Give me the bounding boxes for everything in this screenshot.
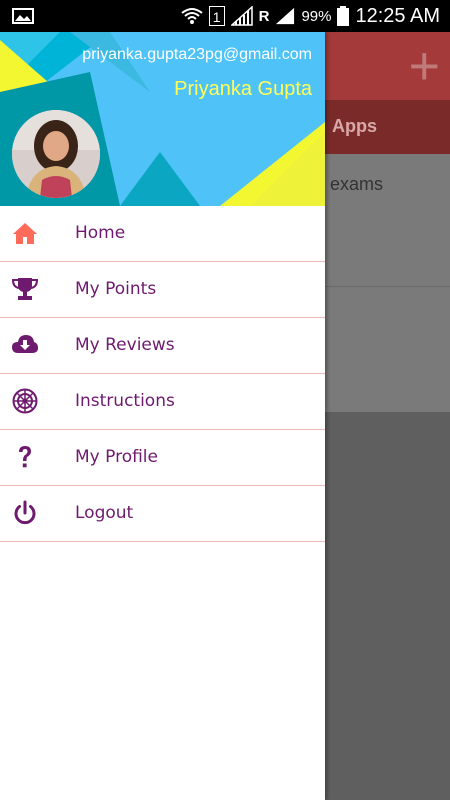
menu-item-label: Instructions (75, 391, 175, 411)
menu-item-label: Logout (75, 503, 134, 523)
menu-item-label: My Reviews (75, 335, 175, 355)
roaming-indicator: R (258, 7, 270, 25)
power-icon (14, 500, 36, 525)
menu-item-my-reviews[interactable]: My Reviews (0, 318, 325, 374)
clock: 12:25 AM (355, 4, 440, 27)
add-icon[interactable]: + (408, 39, 440, 93)
gallery-icon (12, 8, 34, 24)
avatar[interactable] (12, 110, 100, 198)
trophy-icon (12, 278, 38, 300)
background-card-text: exams (330, 174, 384, 194)
battery-icon (337, 6, 350, 26)
cloud-download-icon (12, 335, 38, 353)
menu-item-instructions[interactable]: Instructions (0, 374, 325, 430)
account-email: priyanka.gupta23pg@gmail.com (82, 46, 312, 63)
menu-item-my-points[interactable]: My Points (0, 262, 325, 318)
signal-icon (230, 6, 253, 26)
menu-item-label: My Profile (75, 447, 158, 467)
account-name: Priyanka Gupta (174, 78, 312, 100)
menu-item-logout[interactable]: Logout (0, 486, 325, 542)
battery-percent: 99% (301, 7, 332, 25)
menu-item-label: My Points (75, 279, 157, 299)
empire-icon (12, 388, 38, 414)
tab-apps[interactable]: Apps (332, 116, 377, 137)
drawer-menu: Home My Points My Reviews Instructions M… (0, 206, 325, 542)
question-icon (19, 446, 31, 468)
wifi-icon (180, 8, 203, 24)
drawer-header: priyanka.gupta23pg@gmail.com Priyanka Gu… (0, 32, 325, 206)
menu-item-home[interactable]: Home (0, 206, 325, 262)
home-icon (13, 223, 37, 244)
signal-icon-2 (276, 7, 295, 25)
menu-item-my-profile[interactable]: My Profile (0, 430, 325, 486)
navigation-drawer: priyanka.gupta23pg@gmail.com Priyanka Gu… (0, 32, 325, 800)
menu-item-label: Home (75, 223, 126, 243)
status-bar: 1 R 99% 12:25 AM (0, 0, 450, 32)
sim-slot-indicator: 1 (208, 6, 225, 26)
